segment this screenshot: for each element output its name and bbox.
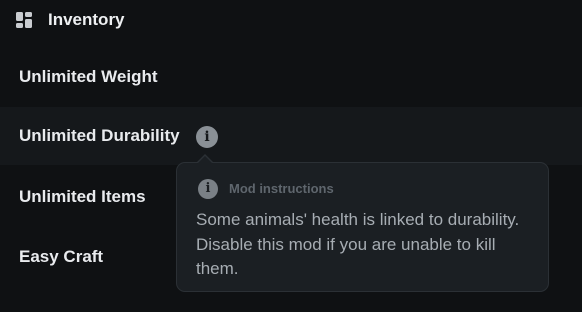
section-header: Inventory <box>0 0 582 42</box>
mod-label: Unlimited Weight <box>19 67 158 86</box>
mod-row-unlimited-weight[interactable]: Unlimited Weight <box>0 48 582 106</box>
mod-panel: Inventory Unlimited Weight Unlimited Dur… <box>0 0 582 312</box>
mod-instructions-tooltip: i Mod instructions Some animals' health … <box>176 162 549 292</box>
info-icon[interactable]: i <box>196 126 218 148</box>
section-title: Inventory <box>48 10 125 29</box>
mod-row-unlimited-durability[interactable]: Unlimited Durability i <box>0 107 582 165</box>
mod-label: Easy Craft <box>19 247 104 266</box>
mod-label: Unlimited Durability <box>19 126 180 145</box>
mod-label: Unlimited Items <box>19 187 146 206</box>
tooltip-arrow-fill <box>197 156 213 164</box>
grid-icon <box>16 12 32 28</box>
tooltip-body: Some animals' health is linked to durabi… <box>196 210 520 278</box>
info-icon: i <box>198 179 218 199</box>
tooltip-title: Mod instructions <box>229 181 334 196</box>
